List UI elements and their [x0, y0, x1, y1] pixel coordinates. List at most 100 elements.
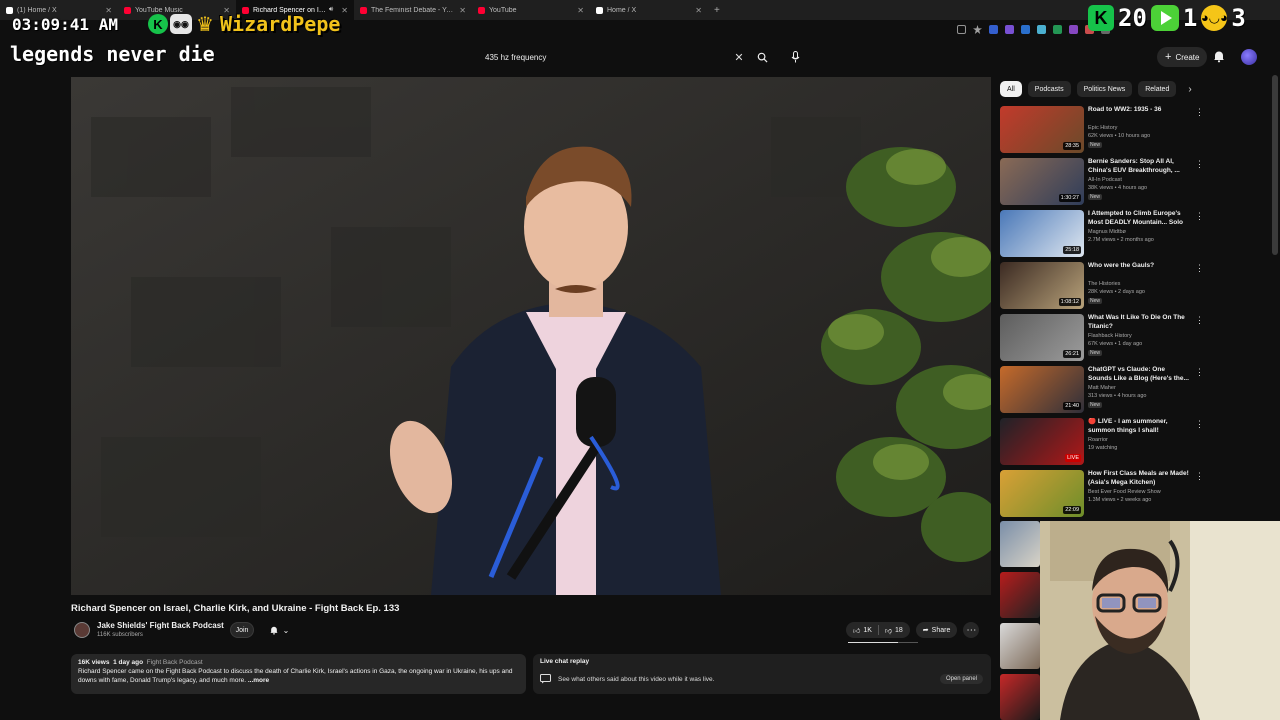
recommendation-item[interactable]: 1:08:12 Who were the Gauls? The Histories 2… — [1000, 262, 1204, 310]
browser-tab[interactable]: YouTube ✕ — [472, 0, 590, 20]
close-tab-icon[interactable]: ✕ — [459, 6, 466, 15]
more-vertical-icon[interactable]: ⋮ — [1195, 107, 1204, 118]
sidebar-scrollbar[interactable] — [1272, 75, 1278, 255]
recommendation-thumbnail[interactable] — [1000, 674, 1040, 720]
chevron-right-icon[interactable]: › — [1182, 81, 1198, 97]
recommendation-thumbnail[interactable] — [1000, 521, 1040, 567]
recommendation-title[interactable]: 🔴 LIVE - I am summoner, summon things I … — [1088, 418, 1190, 435]
more-vertical-icon[interactable]: ⋮ — [1195, 315, 1204, 326]
open-panel-button[interactable]: Open panel — [939, 674, 983, 684]
recommendation-item[interactable]: LIVE 🔴 LIVE - I am summoner, summon thing… — [1000, 418, 1204, 466]
filter-chip[interactable]: Related — [1138, 81, 1177, 97]
more-vertical-icon[interactable]: ⋮ — [1195, 211, 1204, 222]
clear-search-icon[interactable]: ✕ — [730, 51, 748, 64]
recommendation-stats: 1.3M views • 2 weeks ago — [1088, 497, 1152, 503]
close-tab-icon[interactable]: ✕ — [577, 6, 584, 15]
recommendation-thumbnail[interactable]: 25:18 — [1000, 210, 1084, 257]
recommendation-channel[interactable]: All-In Podcast — [1088, 177, 1122, 183]
recommendation-item[interactable]: 28:35 Road to WW2: 1935 - 36 Epic History 6… — [1000, 106, 1204, 154]
bell-icon — [1214, 51, 1224, 63]
recommendation-channel[interactable]: Epic History — [1088, 125, 1117, 131]
more-vertical-icon[interactable]: ⋮ — [1195, 419, 1204, 430]
subscription-bell-button[interactable]: ⌄ — [261, 622, 297, 638]
extension-icon[interactable] — [989, 25, 998, 34]
browser-tab[interactable]: Home / X ✕ — [590, 0, 708, 20]
search-button[interactable] — [751, 48, 773, 66]
recommendation-channel[interactable]: Best Ever Food Review Show — [1088, 489, 1161, 495]
like-count[interactable]: 1K — [863, 627, 872, 634]
kick-logo-icon: K — [1088, 5, 1114, 31]
recommendation-title[interactable]: What Was It Like To Die On The Titanic? — [1088, 314, 1190, 331]
recommendation-thumbnail[interactable] — [1000, 572, 1040, 618]
channel-avatar[interactable] — [74, 622, 90, 638]
recommendation-channel[interactable]: Magnus Midtbø — [1088, 229, 1126, 235]
recommendation-thumbnail[interactable]: LIVE — [1000, 418, 1084, 465]
recommendation-channel[interactable]: Flashback History — [1088, 333, 1132, 339]
browser-tab[interactable]: The Feminist Debate - YouTube ✕ — [354, 0, 472, 20]
recommendation-thumbnail[interactable] — [1000, 623, 1040, 669]
extension-icon[interactable] — [1021, 25, 1030, 34]
more-actions-button[interactable]: ⋯ — [963, 622, 980, 638]
recommendation-title[interactable]: Road to WW2: 1935 - 36 — [1088, 106, 1190, 115]
extension-icon[interactable] — [1069, 25, 1078, 34]
show-more-link[interactable]: ...more — [248, 677, 269, 684]
recommendation-thumbnail[interactable]: 26:21 — [1000, 314, 1084, 361]
recommendation-thumbnail[interactable]: 28:35 — [1000, 106, 1084, 153]
close-tab-icon[interactable]: ✕ — [105, 6, 112, 15]
recommendation-title[interactable]: I Attempted to Climb Europe's Most DEADL… — [1088, 210, 1190, 227]
recommendation-thumbnail[interactable]: 21:40 — [1000, 366, 1084, 413]
channel-subscriber-count: 116K subscribers — [97, 632, 143, 638]
filter-chip[interactable]: All — [1000, 81, 1022, 97]
recommendation-title[interactable]: How First Class Meals are Made! (Asia's … — [1088, 470, 1190, 487]
recommendation-channel[interactable]: Roarrior — [1088, 437, 1108, 443]
recommendation-title[interactable]: ChatGPT vs Claude: One Sounds Like a Blo… — [1088, 366, 1190, 383]
recommendation-item[interactable]: 21:40 ChatGPT vs Claude: One Sounds Like … — [1000, 366, 1204, 414]
hashtag-link[interactable]: Fight Back Podcast — [147, 659, 203, 666]
recommendation-thumbnail[interactable]: 1:08:12 — [1000, 262, 1084, 309]
search-input[interactable]: 435 hz frequency — [485, 53, 730, 62]
new-tab-button[interactable]: + — [714, 5, 720, 16]
dislike-count[interactable]: 18 — [895, 627, 903, 634]
recommendation-channel[interactable]: Matt Maher — [1088, 385, 1116, 391]
share-button[interactable]: ➦ Share — [915, 622, 958, 638]
recommendation-title[interactable]: Who were the Gauls? — [1088, 262, 1190, 271]
thumbs-down-icon[interactable]: 👎︎ — [885, 626, 892, 635]
recommendation-thumbnail[interactable]: 1:30:27 — [1000, 158, 1084, 205]
more-vertical-icon[interactable]: ⋮ — [1195, 263, 1204, 274]
more-vertical-icon[interactable]: ⋮ — [1195, 159, 1204, 170]
filter-chip[interactable]: Podcasts — [1027, 81, 1071, 97]
extension-icon[interactable] — [1005, 25, 1014, 34]
extension-icon[interactable] — [1037, 25, 1046, 34]
microphone-icon — [791, 51, 799, 63]
chat-panel-title: Live chat replay — [540, 658, 590, 665]
extension-icon[interactable] — [1053, 25, 1062, 34]
account-avatar[interactable] — [1241, 49, 1257, 65]
recommendation-item[interactable]: 1:30:27 Bernie Sanders: Stop All AI, Chin… — [1000, 158, 1204, 206]
create-button[interactable]: + Create — [1157, 47, 1208, 67]
kick-logo-icon: K — [148, 14, 168, 34]
star-icon[interactable] — [973, 25, 982, 34]
recommendation-item[interactable]: 22:09 How First Class Meals are Made! (As… — [1000, 470, 1204, 518]
more-vertical-icon[interactable]: ⋮ — [1195, 367, 1204, 378]
search-box[interactable]: 435 hz frequency ✕ — [478, 46, 748, 68]
join-button[interactable]: Join — [230, 622, 254, 638]
description-box[interactable]: 16K views 1 day ago Fight Back Podcast R… — [71, 654, 526, 694]
video-player[interactable] — [71, 77, 991, 595]
channel-name[interactable]: Jake Shields' Fight Back Podcast — [97, 621, 224, 630]
close-tab-icon[interactable]: ✕ — [341, 6, 348, 15]
thumbs-up-icon[interactable]: 👍︎ — [853, 626, 860, 635]
notifications-button[interactable] — [1212, 49, 1228, 65]
duration-badge: 1:08:12 — [1058, 298, 1081, 306]
recommendation-item[interactable]: 26:21 What Was It Like To Die On The Tita… — [1000, 314, 1204, 362]
voice-search-button[interactable] — [785, 47, 805, 67]
close-tab-icon[interactable]: ✕ — [695, 6, 702, 15]
recommendation-thumbnail[interactable]: 22:09 — [1000, 470, 1084, 517]
share-icon[interactable] — [957, 25, 966, 34]
recommendation-item[interactable]: 25:18 I Attempted to Climb Europe's Most … — [1000, 210, 1204, 258]
recommendation-channel[interactable]: The Histories — [1088, 281, 1120, 287]
more-vertical-icon[interactable]: ⋮ — [1195, 471, 1204, 482]
tab-title: (1) Home / X — [17, 6, 57, 14]
recommendation-title[interactable]: Bernie Sanders: Stop All AI, China's EUV… — [1088, 158, 1190, 175]
filter-chip[interactable]: Politics News — [1076, 81, 1133, 97]
counter-value: 3 — [1231, 4, 1246, 32]
